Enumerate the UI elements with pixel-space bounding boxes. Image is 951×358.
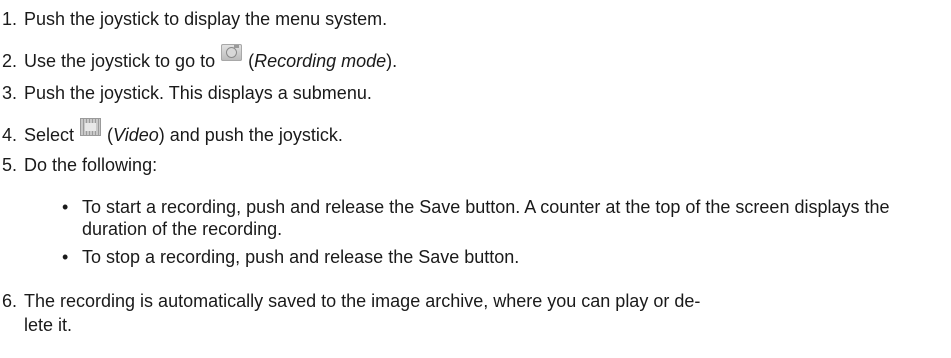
step-text: Push the joystick. This displays a subme… [24,83,372,103]
step-number: 4. [2,125,18,145]
step-text-line-1: The recording is automatically saved to … [24,291,701,311]
bullet-dot: • [62,247,69,267]
step-text: Do the following: [24,155,158,175]
step-text-line-2: lete it. [24,315,73,335]
video-label: Video [113,125,159,145]
step-number: 1. [2,9,18,29]
bullet-dot: • [62,197,69,217]
step-text: Use the joystick to go to (Recording mode… [24,44,397,72]
bullet-text: To start a recording, push and release t… [82,197,890,239]
recording-mode-label: Recording mode [254,51,387,71]
step-number: 3. [2,83,18,103]
video-icon [80,118,102,136]
step-number: 6. [2,291,18,311]
step-text: Push the joystick to display the menu sy… [24,9,388,29]
step-number: 2. [2,51,18,71]
step-text: Select (Video) and push the joystick. [24,118,343,146]
bullet-text: To stop a recording, push and release th… [82,247,520,267]
step-number: 5. [2,155,18,175]
camera-icon [221,44,243,61]
